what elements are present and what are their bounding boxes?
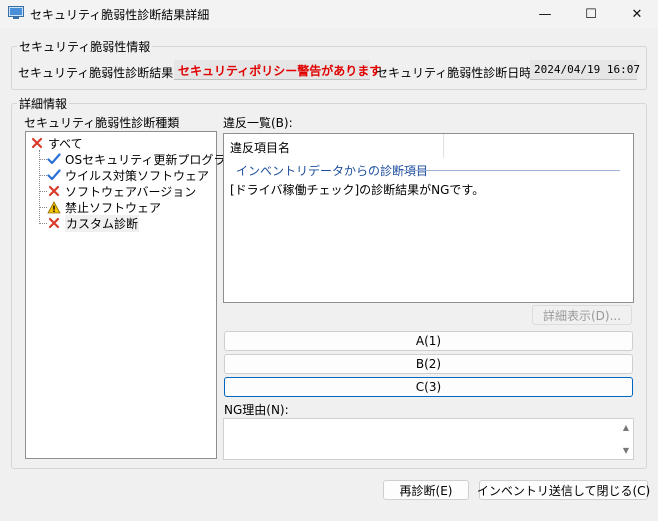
title-bar: セキュリティ脆弱性診断結果詳細 — ☐ ✕	[0, 0, 658, 28]
x-icon	[47, 184, 61, 198]
tree-item-prohibited-software[interactable]: 禁止ソフトウェア	[47, 199, 161, 215]
check-icon	[47, 152, 61, 166]
option-b-button[interactable]: B(2)	[224, 354, 633, 374]
warning-icon	[47, 200, 61, 214]
close-button[interactable]: ✕	[614, 0, 658, 28]
tree-item-label: すべて	[48, 136, 83, 151]
rediagnose-button[interactable]: 再診断(E)	[383, 480, 469, 500]
x-icon	[30, 136, 44, 150]
tree-connector	[39, 191, 47, 192]
tree-label: セキュリティ脆弱性診断種類	[24, 116, 180, 130]
list-item[interactable]: [ドライバ稼働チェック]の診断結果がNGです。	[230, 181, 484, 198]
scroll-up-arrow-icon[interactable]: ▲	[623, 423, 629, 432]
detail-group-title: 詳細情報	[17, 95, 70, 112]
dialog-window: セキュリティ脆弱性診断結果詳細 — ☐ ✕ セキュリティ脆弱性情報 セキュリティ…	[0, 0, 658, 521]
scroll-down-arrow-icon[interactable]: ▼	[623, 446, 629, 455]
column-header-violation-name[interactable]: 違反項目名	[224, 134, 444, 158]
tree-item-all[interactable]: すべて	[30, 135, 83, 151]
option-c-button[interactable]: C(3)	[224, 377, 633, 397]
violation-list-label: 違反一覧(B):	[223, 116, 293, 130]
tree-item-label: ウイルス対策ソフトウェア	[65, 168, 210, 183]
tree-item-software-version[interactable]: ソフトウェアバージョン	[47, 183, 196, 199]
send-inventory-close-button[interactable]: インベントリ送信して閉じる(C)	[477, 480, 650, 500]
tree-connector	[39, 159, 47, 160]
datetime-value: 2024/04/19 16:07	[530, 60, 640, 80]
detail-view-button[interactable]: 詳細表示(D)...	[532, 305, 632, 325]
tree-connector	[39, 223, 47, 224]
tree-connector	[39, 175, 47, 176]
tree-item-antivirus[interactable]: ウイルス対策ソフトウェア	[47, 167, 209, 183]
diagnosis-type-tree[interactable]: すべて OSセキュリティ更新プログラム ウイルス対策ソフトウェア ソフトウェアバ…	[25, 131, 237, 459]
tree-item-label: 禁止ソフトウェア	[65, 200, 162, 215]
ng-reason-label: NG理由(N):	[224, 403, 289, 417]
option-a-button[interactable]: A(1)	[224, 331, 633, 351]
violation-list[interactable]: 違反項目名 インベントリデータからの診断項目 [ドライバ稼働チェック]の診断結果…	[223, 133, 634, 303]
info-group-title: セキュリティ脆弱性情報	[17, 38, 153, 55]
tree-item-os-update[interactable]: OSセキュリティ更新プログラム	[47, 151, 237, 167]
x-icon	[47, 216, 61, 230]
tree-item-label: OSセキュリティ更新プログラム	[65, 152, 237, 167]
tree-item-custom[interactable]: カスタム診断	[47, 214, 140, 232]
tree-connector	[39, 207, 47, 208]
tree-item-label: カスタム診断	[65, 214, 140, 232]
tree-item-label: ソフトウェアバージョン	[65, 184, 197, 199]
minimize-button[interactable]: —	[522, 0, 568, 28]
group-divider	[400, 170, 620, 171]
check-icon	[47, 168, 61, 182]
app-icon	[8, 6, 24, 20]
result-label: セキュリティ脆弱性診断結果(R):	[18, 66, 196, 80]
datetime-label: セキュリティ脆弱性診断日時(T):	[376, 66, 553, 80]
maximize-button[interactable]: ☐	[568, 0, 614, 28]
ng-reason-textarea[interactable]: ▲ ▼	[223, 418, 634, 460]
tree-connector	[39, 150, 40, 224]
window-title: セキュリティ脆弱性診断結果詳細	[30, 8, 210, 22]
result-value: セキュリティポリシー警告があります	[174, 60, 381, 80]
